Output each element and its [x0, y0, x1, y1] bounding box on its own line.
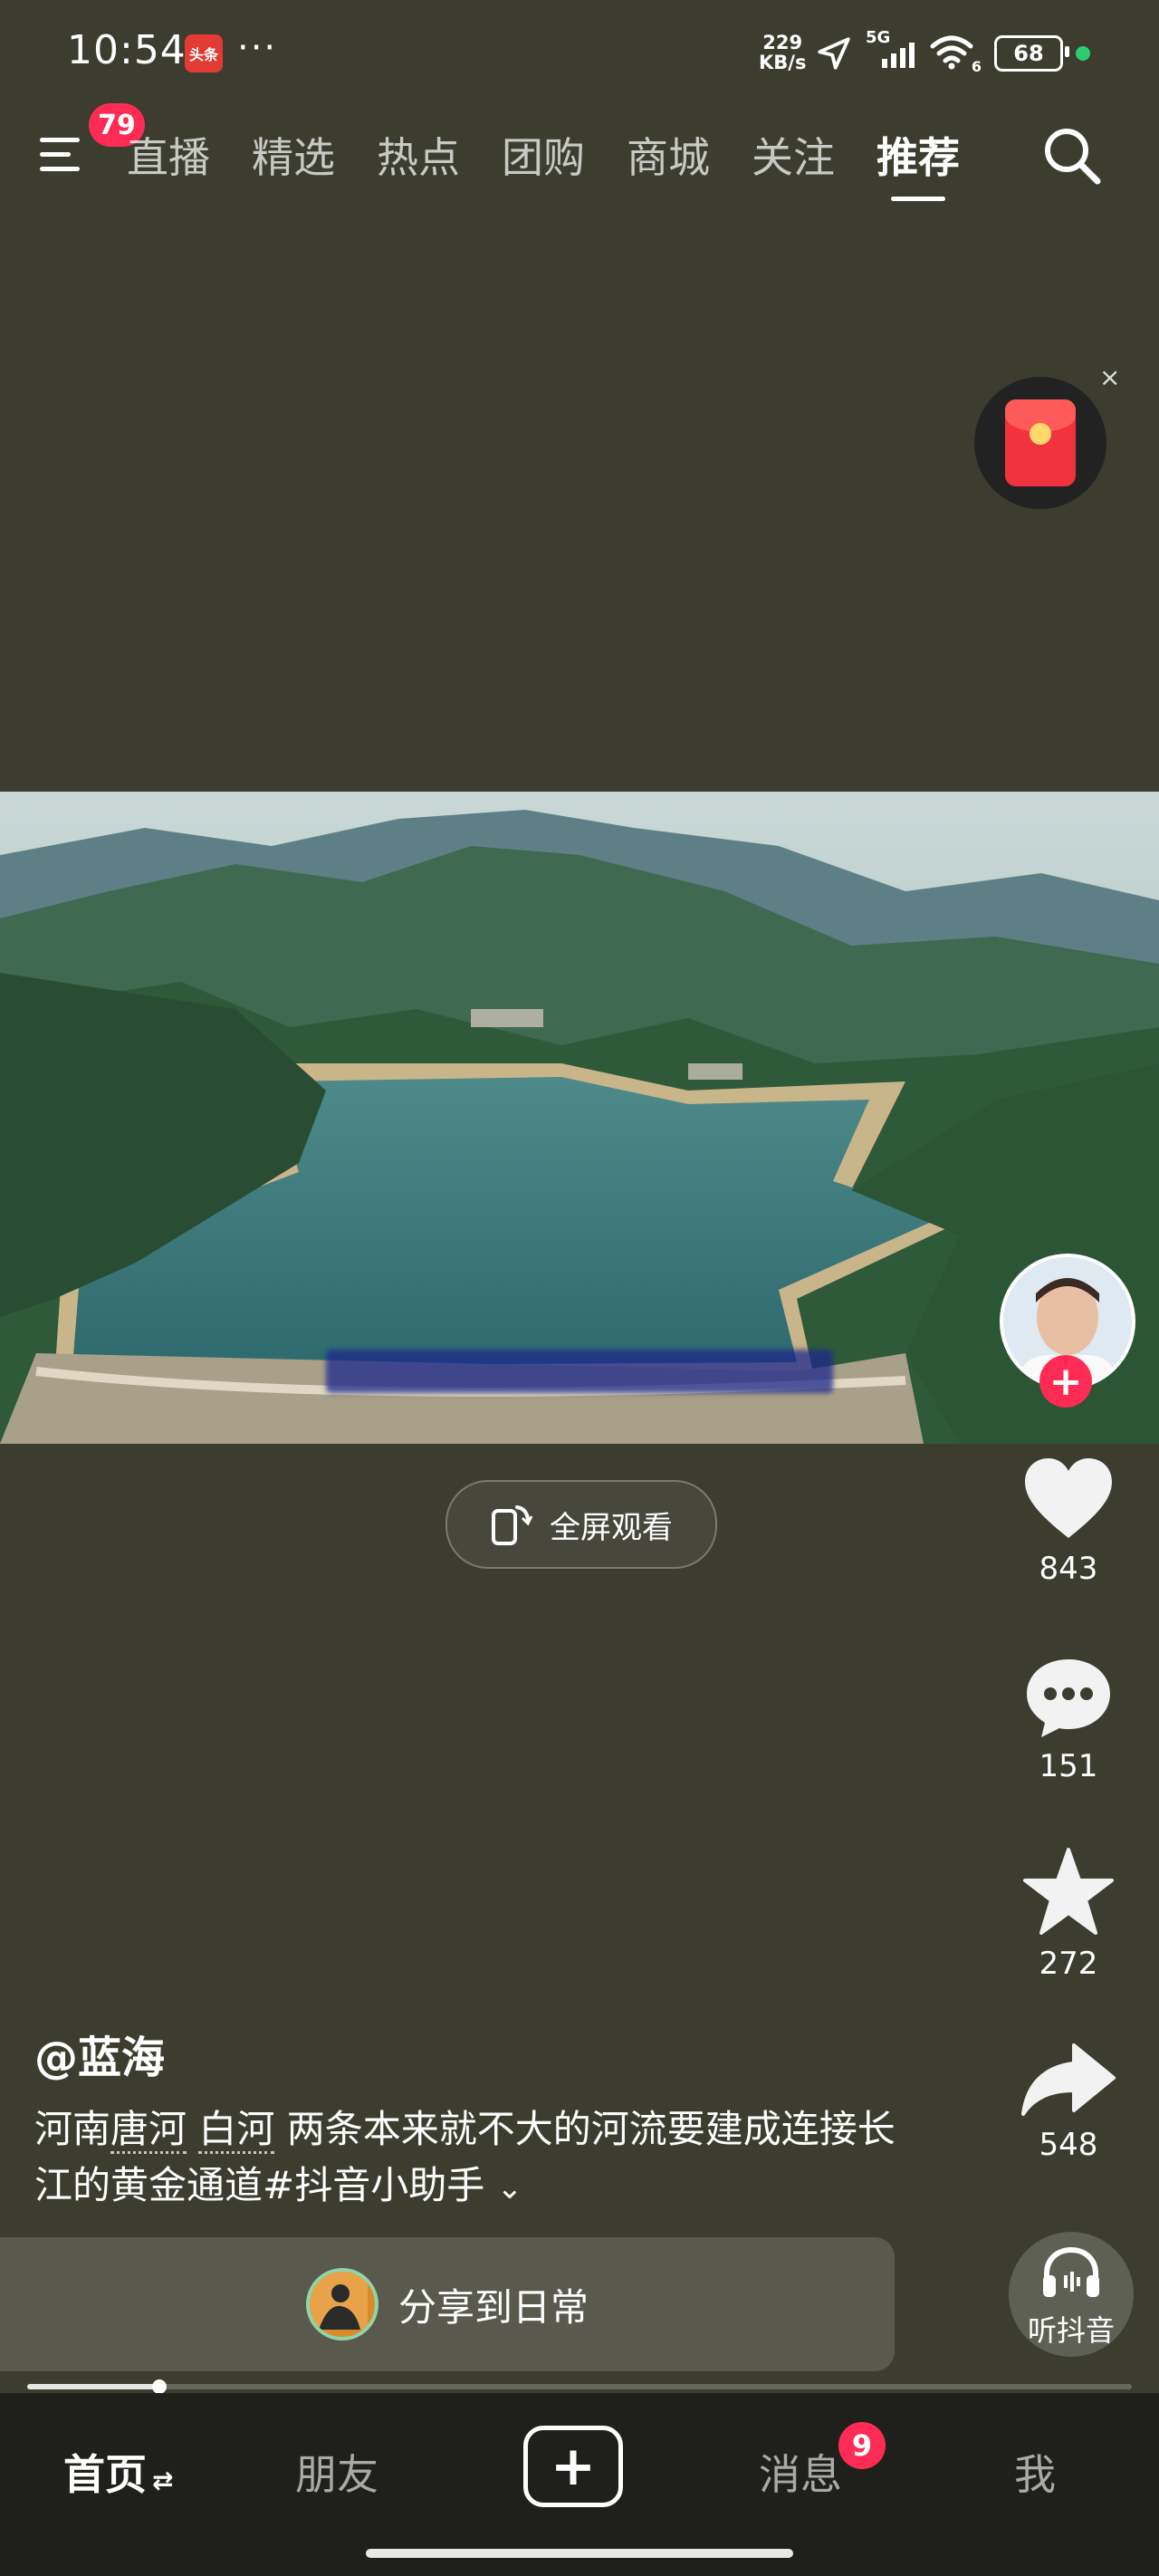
share-to-daily-bar[interactable]: 分享到日常 — [0, 2237, 895, 2371]
messages-badge: 9 — [838, 2422, 886, 2469]
favorite-count: 272 — [1039, 1946, 1098, 1982]
listen-douyin-button[interactable]: 听抖音 — [1009, 2232, 1134, 2357]
listen-douyin-label: 听抖音 — [1027, 2313, 1115, 2348]
battery-icon: 68 — [994, 35, 1069, 72]
nav-home-label: 首页 — [63, 2450, 147, 2499]
tab-mall[interactable]: 商城 — [627, 125, 710, 185]
share-to-daily-label: 分享到日常 — [398, 2284, 589, 2330]
favorite-button[interactable]: 272 — [1005, 1848, 1132, 1982]
cellular-signal-icon: 5G — [866, 28, 916, 72]
create-post-button[interactable]: + — [523, 2426, 623, 2507]
post-description: 河南唐河 白河 两条本来就不大的河流要建成连接长江的黄金通道#抖音小助手 ⌄ — [34, 2101, 904, 2216]
share-button[interactable]: 548 — [1005, 2042, 1132, 2163]
menu-button[interactable] — [40, 136, 94, 176]
heart-icon — [1025, 1458, 1112, 1538]
location-icon — [818, 37, 850, 70]
fullscreen-button[interactable]: 全屏观看 — [445, 1480, 717, 1569]
nav-home[interactable]: 首页 ⇄ — [63, 2442, 173, 2502]
nav-me[interactable]: 我 — [1014, 2442, 1056, 2502]
expand-description-icon[interactable]: ⌄ — [497, 2170, 523, 2206]
like-button[interactable]: 843 — [1005, 1458, 1132, 1587]
share-user-avatar — [305, 2268, 378, 2341]
share-count: 548 — [1039, 2127, 1098, 2163]
home-indicator — [366, 2549, 793, 2558]
rotate-screen-icon — [492, 1505, 533, 1545]
tab-following[interactable]: 关注 — [752, 125, 835, 185]
privacy-indicator-dot — [1076, 46, 1090, 61]
comment-button[interactable]: 151 — [1005, 1656, 1132, 1784]
status-bar: 10:54 头条 ··· 229 KB/s 5G 6 68 — [0, 0, 1159, 109]
nav-friends[interactable]: 朋友 — [295, 2442, 378, 2502]
video-frame-landscape — [0, 792, 1159, 1444]
status-time: 10:54 — [67, 27, 187, 73]
red-packet-close-icon[interactable]: × — [1099, 362, 1120, 392]
status-icons: 5G 6 68 — [815, 28, 1090, 76]
toutiao-app-icon: 头条 — [185, 34, 223, 72]
video-progress-handle[interactable] — [152, 2379, 168, 2394]
video-player[interactable] — [0, 792, 1159, 1444]
network-speed-value: 229 — [762, 32, 803, 53]
red-envelope-icon — [1005, 399, 1076, 486]
wifi-icon: 6 — [929, 34, 982, 75]
red-packet-button[interactable] — [974, 377, 1106, 509]
author-name[interactable]: @蓝海 — [34, 2022, 165, 2085]
fullscreen-label: 全屏观看 — [550, 1509, 673, 1546]
like-count: 843 — [1039, 1551, 1098, 1587]
network-speed: 229 KB/s — [759, 33, 806, 72]
top-tabs: 直播 精选 热点 团购 商城 关注 推荐 — [127, 125, 960, 201]
tab-trending[interactable]: 热点 — [377, 125, 460, 185]
star-icon — [1023, 1848, 1114, 1935]
wifi-label: 6 — [971, 58, 982, 75]
video-progress-bar[interactable] — [27, 2379, 1132, 2394]
tab-live[interactable]: 直播 — [127, 125, 210, 185]
network-speed-unit: KB/s — [759, 52, 807, 73]
search-icon[interactable] — [1041, 125, 1103, 187]
follow-plus-icon[interactable]: + — [1039, 1355, 1092, 1408]
tab-recommended[interactable]: 推荐 — [876, 125, 960, 201]
home-switch-icon: ⇄ — [152, 2465, 174, 2495]
description-text-prefix: 河南 — [34, 2107, 111, 2151]
video-subtitle-blurred — [326, 1350, 833, 1393]
headphones-icon — [1043, 2246, 1099, 2297]
share-arrow-icon — [1021, 2043, 1116, 2116]
hashtag-baihe[interactable]: 白河 — [198, 2107, 275, 2154]
comment-count: 151 — [1039, 1748, 1098, 1784]
tab-group-buy[interactable]: 团购 — [502, 125, 585, 185]
hashtag-tanghe[interactable]: 唐河 — [110, 2107, 187, 2154]
description-space — [187, 2107, 198, 2151]
nav-messages[interactable]: 消息 — [759, 2442, 842, 2502]
tab-featured[interactable]: 精选 — [252, 125, 335, 185]
comment-icon — [1027, 1659, 1110, 1737]
video-progress-fill — [27, 2384, 160, 2389]
more-notifications-icon: ··· — [237, 27, 278, 69]
network-type-label: 5G — [866, 28, 891, 47]
